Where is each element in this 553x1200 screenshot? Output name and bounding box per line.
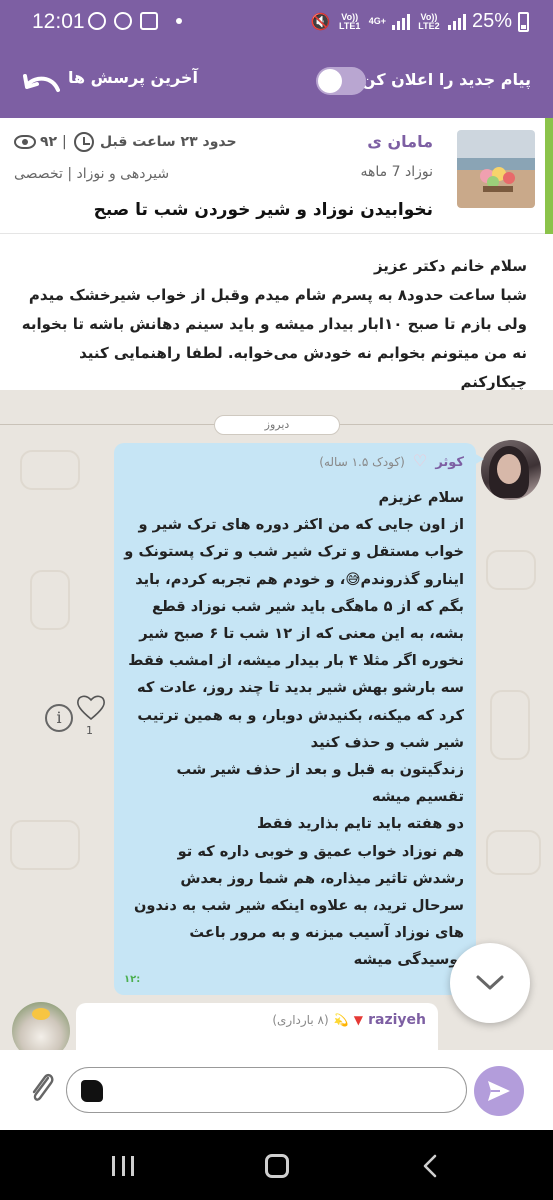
latest-questions-link[interactable]: آخرین پرسش ها xyxy=(68,68,198,87)
question-title: نخوابیدن نوزاد و شیر خوردن شب تا صبح xyxy=(93,200,433,220)
author-name[interactable]: مامان ی xyxy=(367,132,433,151)
reply-author-avatar[interactable] xyxy=(481,440,541,500)
top-app-bar: پیام جدید را اعلان کن آخرین پرسش ها xyxy=(0,44,553,118)
question-body: سلام خانم دکتر عزیز شبا ساعت حدود۸ به پس… xyxy=(0,234,553,391)
recent-apps-icon[interactable] xyxy=(112,1156,134,1176)
next-reply-status: (۸ بارداری) xyxy=(272,1013,329,1027)
more-notifications-dot xyxy=(176,18,182,24)
mute-icon: 🔇 xyxy=(310,13,331,31)
reply-bubble[interactable]: کوثر ♡ (کودک ۱.۵ ساله) سلام عزیزم از اون… xyxy=(114,443,484,995)
reply-author-child: (کودک ۱.۵ ساله) xyxy=(319,455,405,469)
reply-line: زندگیتون به قبل و بعد از حذف شیر شب تقسی… xyxy=(176,761,464,806)
sim1-label: Vo)) LTE1 xyxy=(339,11,361,31)
avatar-flower xyxy=(32,1008,50,1020)
reply-header: کوثر ♡ (کودک ۱.۵ ساله) xyxy=(124,451,464,470)
send-button[interactable] xyxy=(474,1066,524,1116)
eye-icon xyxy=(14,135,36,149)
signal-icon xyxy=(391,13,410,30)
next-reply-avatar[interactable] xyxy=(12,1002,70,1050)
accent-bar xyxy=(545,118,553,234)
question-header: مامان ی نوزاد 7 ماهه حدود ۲۳ ساعت قبل | … xyxy=(0,118,553,234)
send-icon xyxy=(488,1081,510,1101)
reply-text: سلام عزیزم از اون جایی که من اکثر دوره ه… xyxy=(124,484,464,974)
background-doodle xyxy=(10,820,80,870)
network-type-label: 4G+ xyxy=(368,16,386,26)
background-doodle xyxy=(20,450,80,490)
notification-app-icon xyxy=(88,12,106,30)
composer-bar xyxy=(0,1050,553,1130)
author-avatar[interactable] xyxy=(457,130,535,208)
background-doodle xyxy=(490,690,530,760)
home-icon[interactable] xyxy=(265,1154,289,1178)
status-notification-icons xyxy=(88,12,182,30)
back-arrow-icon[interactable] xyxy=(22,70,60,96)
reply-author-name[interactable]: کوثر xyxy=(435,455,464,470)
next-reply-author[interactable]: raziyeh xyxy=(368,1012,426,1028)
info-icon[interactable]: i xyxy=(45,704,73,732)
sparkle-emoji: 💫 xyxy=(333,1013,349,1027)
question-tags: شیردهی و نوزاد | تخصصی xyxy=(14,166,170,182)
chevron-down-icon xyxy=(476,975,504,990)
heart-badge-icon: ♡ xyxy=(412,451,428,470)
system-nav-bar xyxy=(0,1130,553,1200)
signal-icon-2 xyxy=(447,13,466,30)
back-icon[interactable] xyxy=(422,1154,438,1178)
scroll-to-bottom-button[interactable] xyxy=(450,943,530,1023)
next-reply-bubble[interactable]: raziyeh ▼ 💫 (۸ بارداری) xyxy=(76,1003,438,1050)
status-bar: 12:01 🔇 Vo)) LTE1 4G+ Vo)) LTE2 25% xyxy=(0,0,553,44)
notify-toggle[interactable] xyxy=(316,67,366,95)
time-ago: حدود ۲۳ ساعت قبل xyxy=(100,134,237,150)
notification-app-icon-2 xyxy=(114,12,132,30)
question-body-line: سلام خانم دکتر عزیز xyxy=(373,257,527,275)
background-doodle xyxy=(486,830,541,875)
sim2-label: Vo)) LTE2 xyxy=(418,11,440,31)
toggle-knob xyxy=(318,69,342,93)
reply-line: هم نوزاد خواب عمیق و خوبی داره که تو رشد… xyxy=(133,842,464,969)
checkbox-notification-icon xyxy=(140,12,158,30)
heart-badge-icon: ▼ xyxy=(353,1013,364,1027)
background-doodle xyxy=(30,570,70,630)
question-body-line: شبا ساعت حدود۸ به پسرم شام میدم وقبل از … xyxy=(21,286,527,391)
status-time: 12:01 xyxy=(32,10,85,33)
status-system-icons: 🔇 Vo)) LTE1 4G+ Vo)) LTE2 25% xyxy=(311,10,529,33)
paperclip-icon[interactable] xyxy=(28,1068,56,1108)
background-doodle xyxy=(486,550,536,590)
sticker-icon[interactable] xyxy=(81,1080,103,1102)
battery-percent: 25% xyxy=(471,10,512,32)
like-heart-icon[interactable] xyxy=(76,693,106,721)
meta-separator: | xyxy=(62,134,67,150)
message-input[interactable] xyxy=(107,1076,447,1104)
clock-icon xyxy=(74,132,94,152)
reply-line: دو هفته باید تایم بذارید فقط xyxy=(256,815,464,833)
reply-line: از اون جایی که من اکثر دوره های ترک شیر … xyxy=(124,516,464,751)
battery-icon xyxy=(518,11,529,32)
date-divider: دیروز xyxy=(214,415,340,435)
like-count: 1 xyxy=(86,724,93,737)
view-count: ۹۲ xyxy=(40,134,58,150)
answers-thread[interactable]: دیروز کوثر ♡ (کودک ۱.۵ ساله) سلام عزیزم … xyxy=(0,390,553,1050)
avatar-face xyxy=(497,454,521,484)
message-input-field[interactable] xyxy=(66,1067,467,1113)
reply-time: ۱۲: xyxy=(124,974,141,985)
reply-line: سلام عزیزم xyxy=(378,489,464,506)
notify-label: پیام جدید را اعلان کن xyxy=(361,70,531,89)
child-age: نوزاد 7 ماهه xyxy=(360,164,434,180)
